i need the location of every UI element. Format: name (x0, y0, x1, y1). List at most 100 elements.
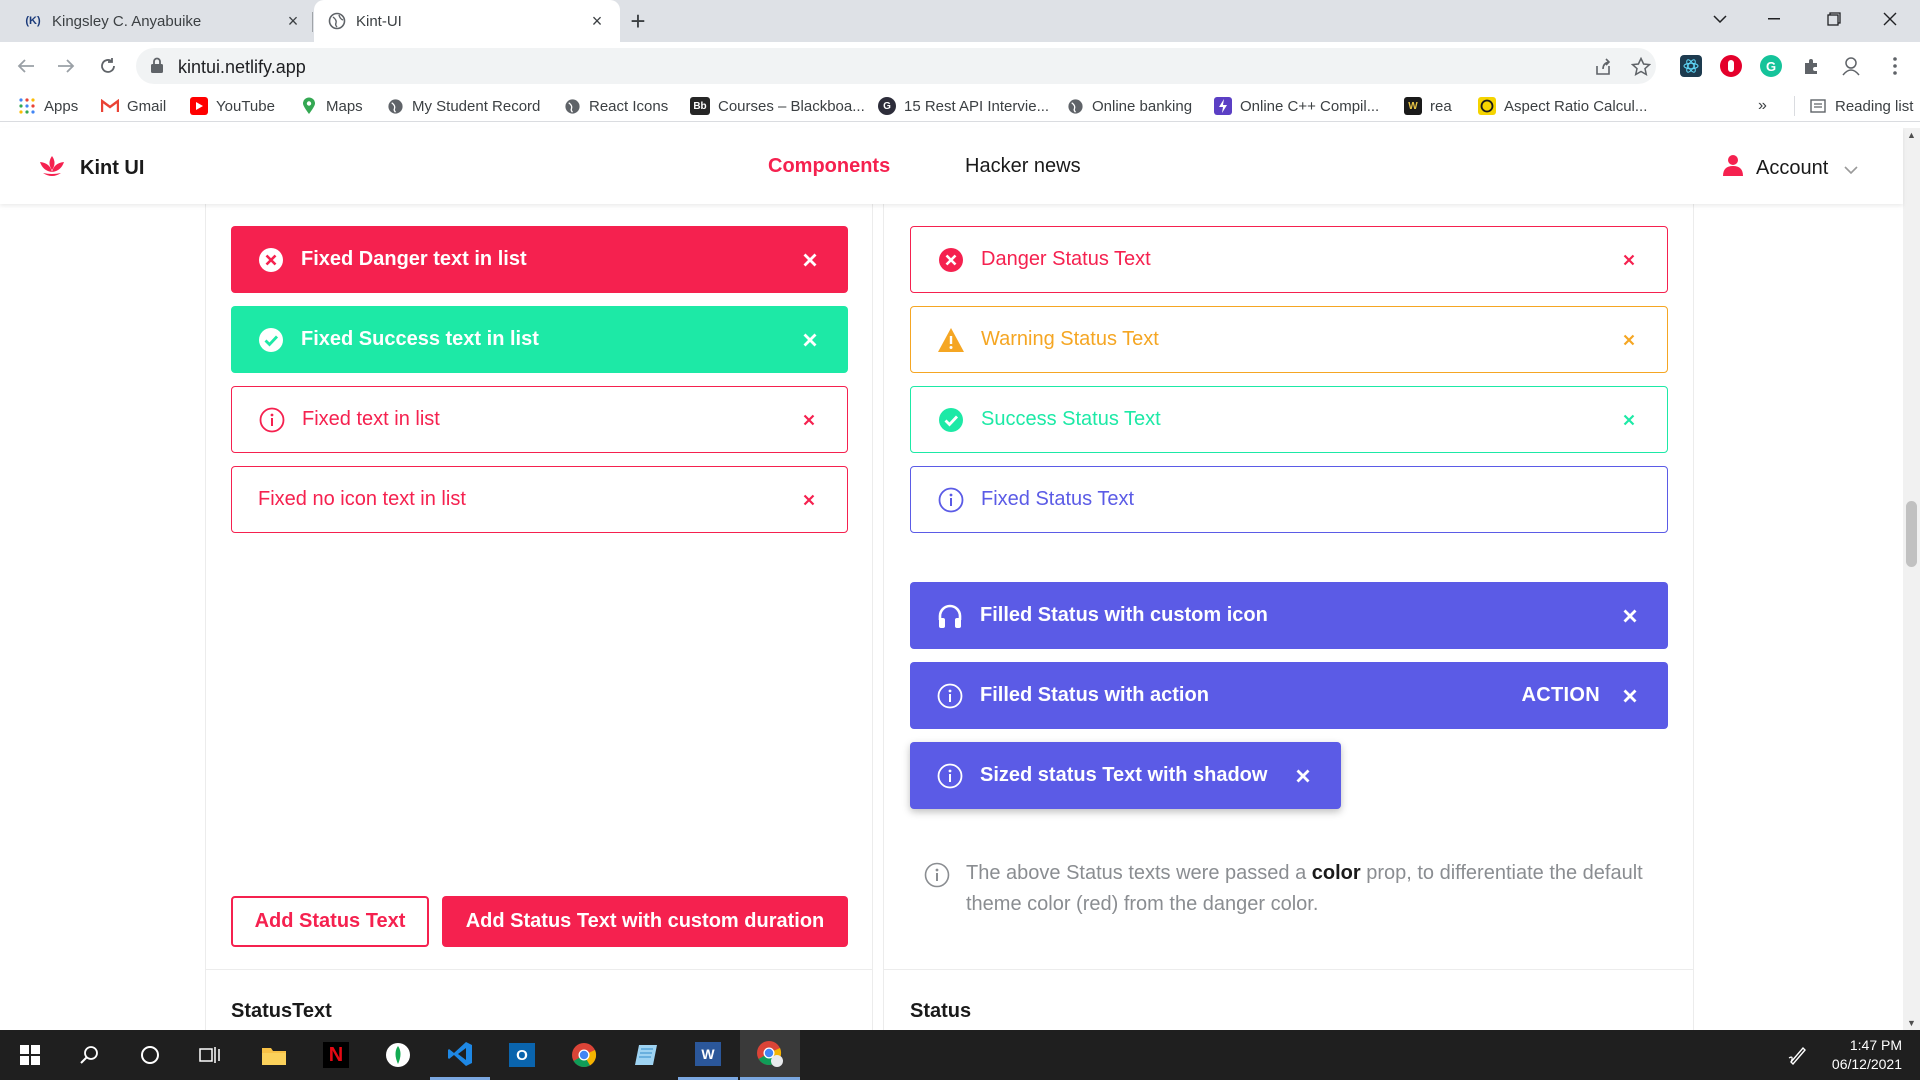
bookmark-youtube[interactable]: YouTube (190, 96, 275, 116)
close-icon[interactable] (1617, 328, 1641, 352)
bookmark-label: Online C++ Compil... (1240, 97, 1380, 115)
bookmark-cpp-compiler[interactable]: Online C++ Compil... (1214, 96, 1379, 116)
bookmark-maps[interactable]: Maps (300, 96, 363, 116)
forward-icon[interactable] (52, 52, 80, 80)
bookmark-aspect-ratio[interactable]: Aspect Ratio Calcul... (1478, 96, 1647, 116)
bookmark-rest-api[interactable]: G 15 Rest API Intervie... (878, 96, 1049, 116)
nav-hacker-news[interactable]: Hacker news (965, 155, 1081, 178)
share-icon[interactable] (1592, 56, 1614, 78)
section-title-status: Status (910, 1000, 972, 1022)
user-icon (1722, 154, 1744, 182)
add-status-text-button[interactable]: Add Status Text (231, 896, 429, 947)
x-circle-icon (937, 246, 965, 274)
netflix-icon[interactable]: N (306, 1030, 366, 1080)
close-icon[interactable] (1618, 604, 1642, 628)
aspect-ratio-icon (1478, 97, 1496, 115)
bookmark-student-record[interactable]: My Student Record (386, 96, 540, 116)
reload-icon[interactable] (94, 52, 122, 80)
bookmarks-overflow-button[interactable]: » (1758, 96, 1767, 116)
check-circle-icon (257, 326, 285, 354)
close-icon[interactable] (1617, 248, 1641, 272)
chrome-icon[interactable] (554, 1030, 614, 1080)
tab-kingsley[interactable]: (K) Kingsley C. Anyabuike × (10, 0, 316, 42)
profile-avatar-icon[interactable] (1840, 55, 1862, 77)
scrollbar-thumb[interactable] (1906, 501, 1917, 567)
tab-title: Kint-UI (356, 12, 402, 30)
nav-components[interactable]: Components (768, 155, 890, 178)
tab-kint-ui[interactable]: Kint-UI × (314, 0, 620, 42)
mongodb-compass-icon[interactable] (368, 1030, 428, 1080)
close-tab-icon[interactable]: × (284, 11, 302, 31)
bookmark-star-icon[interactable] (1630, 56, 1652, 78)
action-button[interactable]: ACTION (1522, 684, 1600, 707)
word-icon[interactable]: W (678, 1030, 738, 1080)
close-icon[interactable] (1291, 764, 1315, 788)
notes-app-icon[interactable] (616, 1030, 676, 1080)
extensions-puzzle-icon[interactable] (1800, 55, 1822, 77)
scroll-up-icon[interactable]: ▲ (1907, 130, 1916, 140)
add-status-text-custom-duration-button[interactable]: Add Status Text with custom duration (442, 896, 848, 947)
file-explorer-icon[interactable] (244, 1030, 304, 1080)
chrome-profile-icon[interactable] (740, 1030, 800, 1080)
menu-kebab-icon[interactable] (1884, 55, 1906, 77)
bookmark-label: Gmail (127, 97, 167, 115)
windows-taskbar: N O W 1:47 PM 06/12/2021 (0, 1030, 1920, 1080)
account-menu[interactable]: Account (1722, 154, 1858, 182)
close-icon[interactable] (798, 328, 822, 352)
bookmark-online-banking[interactable]: Online banking (1066, 96, 1192, 116)
lightning-icon (1214, 97, 1232, 115)
back-icon[interactable] (12, 52, 40, 80)
status-sized-shadow: Sized status Text with shadow (910, 742, 1341, 809)
windows-start-icon[interactable] (0, 1030, 60, 1080)
status-text-label: Fixed Danger text in list (301, 248, 527, 270)
tab-title: Kingsley C. Anyabuike (52, 12, 202, 30)
new-tab-button[interactable]: + (624, 8, 652, 36)
close-icon[interactable] (1617, 408, 1641, 432)
close-tab-icon[interactable]: × (588, 11, 606, 31)
column-border (205, 204, 206, 1030)
restore-icon[interactable] (1806, 0, 1862, 38)
bookmark-label: Maps (326, 97, 363, 115)
search-icon[interactable] (60, 1030, 120, 1080)
bookmark-rea[interactable]: W rea (1404, 96, 1452, 116)
outlook-icon[interactable]: O (492, 1030, 552, 1080)
react-devtools-icon[interactable] (1680, 55, 1702, 77)
info-icon (258, 406, 286, 434)
status-label: Filled Status with custom icon (980, 604, 1268, 626)
bookmark-react-icons[interactable]: React Icons (563, 96, 668, 116)
tab-strip: (K) Kingsley C. Anyabuike × Kint-UI × + (0, 0, 1920, 42)
system-clock[interactable]: 1:47 PM 06/12/2021 (1832, 1036, 1902, 1074)
status-text-label: Fixed no icon text in list (258, 488, 466, 510)
status-label: Danger Status Text (981, 248, 1151, 270)
grammarly-icon[interactable]: G (1760, 55, 1782, 77)
close-window-icon[interactable] (1862, 0, 1918, 38)
address-bar[interactable]: kintui.netlify.app (136, 48, 1656, 84)
scroll-down-icon[interactable]: ▼ (1907, 1018, 1916, 1028)
pen-workspace-icon[interactable] (1778, 1030, 1818, 1080)
bookmark-courses[interactable]: Bb Courses – Blackboa... (690, 96, 865, 116)
adblock-icon[interactable] (1720, 55, 1742, 77)
status-text-danger-filled: Fixed Danger text in list (231, 226, 848, 293)
info-icon (936, 682, 964, 710)
close-icon[interactable] (797, 488, 821, 512)
vscode-icon[interactable] (430, 1030, 490, 1080)
task-view-icon[interactable] (180, 1030, 240, 1080)
tab-search-icon[interactable] (1692, 0, 1748, 38)
bookmark-apps[interactable]: Apps (18, 96, 78, 116)
lock-icon (150, 57, 164, 79)
reading-list-button[interactable]: Reading list (1794, 96, 1913, 116)
warning-icon (937, 326, 965, 354)
cortana-icon[interactable] (120, 1030, 180, 1080)
note-text-bold: color (1311, 862, 1361, 884)
status-label: Success Status Text (981, 408, 1161, 430)
close-icon[interactable] (798, 248, 822, 272)
close-icon[interactable] (797, 408, 821, 432)
bookmark-gmail[interactable]: Gmail (101, 96, 166, 116)
close-icon[interactable] (1618, 684, 1642, 708)
status-text-no-icon: Fixed no icon text in list (231, 466, 848, 533)
brand-logo[interactable]: Kint UI (38, 154, 144, 183)
page-scrollbar[interactable]: ▲ ▼ (1903, 128, 1920, 1030)
app-header: Kint UI Components Hacker news Account (0, 128, 1903, 204)
minimize-icon[interactable] (1746, 0, 1802, 38)
reading-list-label: Reading list (1835, 97, 1914, 115)
